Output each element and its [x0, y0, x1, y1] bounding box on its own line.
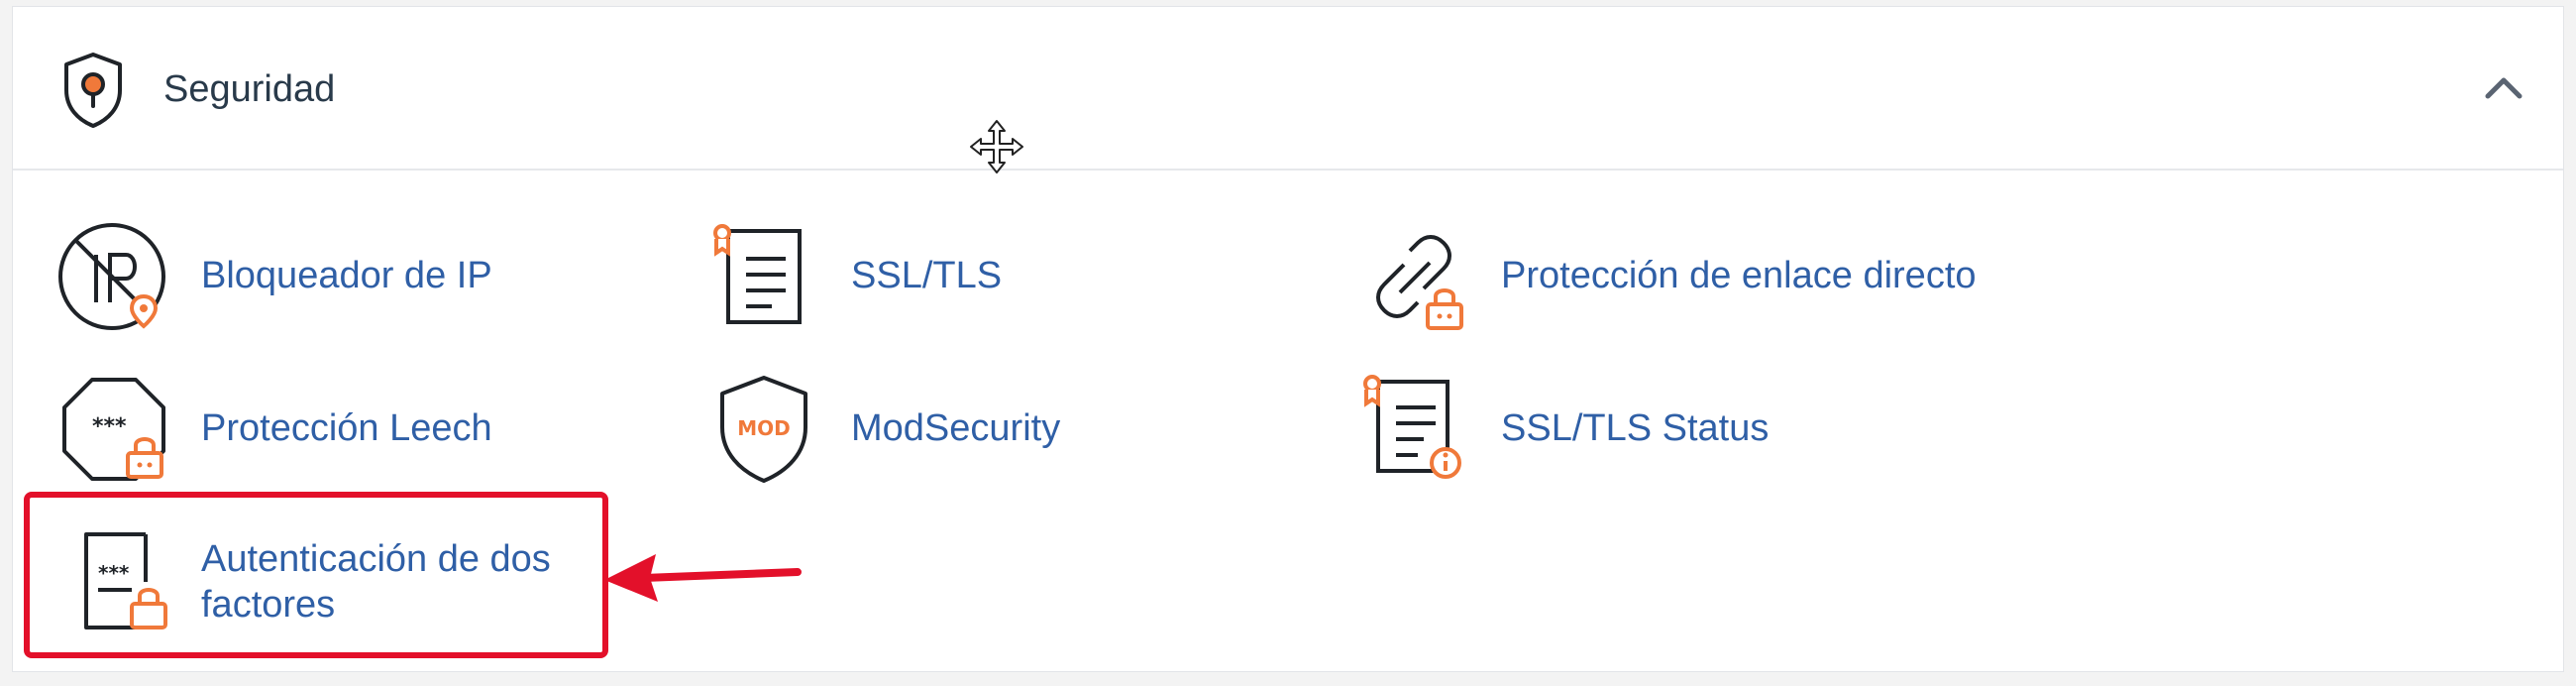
- annotation-highlight-box: [24, 492, 608, 658]
- modsecurity-shield-icon: MOD: [720, 376, 807, 483]
- annotation-arrow-icon: [604, 554, 802, 602]
- ssl-tls-link[interactable]: SSL/TLS: [706, 219, 1083, 338]
- hotlink-protection-link[interactable]: Protección de enlace directo: [1356, 219, 2050, 338]
- ssl-tls-status-link[interactable]: SSL/TLS Status: [1356, 372, 1872, 491]
- leech-protection-label: Protección Leech: [201, 407, 492, 449]
- ssl-certificate-icon: [713, 224, 802, 324]
- ssl-tls-status-label: SSL/TLS Status: [1501, 407, 1770, 449]
- leech-protection-link[interactable]: *** Protección Leech: [56, 372, 611, 491]
- leech-protection-icon: ***: [62, 378, 165, 481]
- hotlink-protection-icon: [1376, 235, 1463, 330]
- shield-pin-icon: [64, 53, 122, 128]
- svg-text:MOD: MOD: [737, 416, 791, 440]
- modsecurity-label: ModSecurity: [851, 407, 1061, 449]
- move-cursor-icon: [970, 120, 1023, 173]
- section-title: Seguridad: [163, 68, 336, 110]
- ip-blocker-label: Bloqueador de IP: [201, 255, 492, 296]
- chevron-up-icon[interactable]: [2482, 72, 2525, 102]
- ip-blocker-icon: [58, 223, 165, 330]
- ssl-status-icon: [1363, 375, 1461, 479]
- ip-blocker-link[interactable]: Bloqueador de IP: [56, 219, 611, 338]
- ssl-tls-label: SSL/TLS: [851, 255, 1003, 296]
- modsecurity-link[interactable]: MOD ModSecurity: [706, 372, 1123, 491]
- hotlink-protection-label: Protección de enlace directo: [1501, 255, 1977, 296]
- section-header[interactable]: Seguridad: [13, 7, 2563, 171]
- svg-text:***: ***: [92, 414, 127, 439]
